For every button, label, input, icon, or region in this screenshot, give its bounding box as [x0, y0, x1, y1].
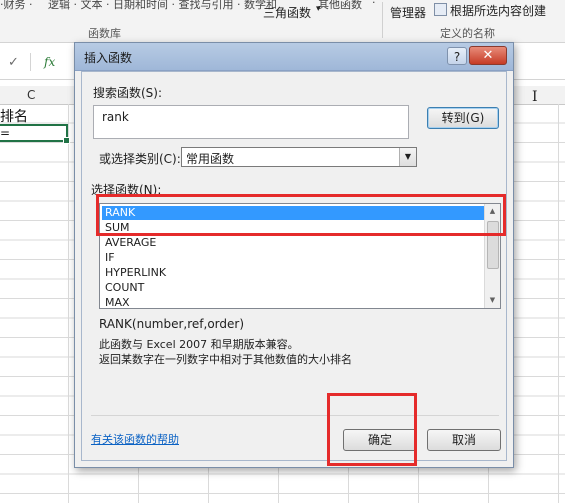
- group-defined-names: 定义的名称: [440, 27, 495, 40]
- ribbon-separator: [382, 2, 383, 38]
- list-item-max[interactable]: MAX: [104, 296, 483, 310]
- function-help-link[interactable]: 有关该函数的帮助: [91, 431, 179, 447]
- math-trig-dropdown-icon[interactable]: ▾: [316, 4, 321, 14]
- confirm-icon[interactable]: ✓: [8, 55, 19, 70]
- ribbon-fragment-4: ·: [372, 0, 376, 9]
- search-value: rank: [102, 110, 129, 124]
- close-icon[interactable]: ✕: [469, 46, 507, 65]
- math-trig-button[interactable]: 三角函数: [263, 4, 311, 21]
- help-icon[interactable]: ?: [447, 47, 467, 65]
- chevron-down-icon[interactable]: ▼: [399, 148, 416, 166]
- search-label: 搜索函数(S):: [93, 86, 163, 100]
- create-from-selection-button[interactable]: 根据所选内容创建: [434, 2, 546, 19]
- ribbon-fragment-2[interactable]: 逻辑 · 文本 · 日期和时间 · 查找与引用 · 数学和: [48, 0, 277, 12]
- name-manager-button[interactable]: 管理器: [390, 4, 426, 21]
- text-cursor-icon: I: [532, 89, 538, 105]
- dialog-titlebar[interactable]: 插入函数 ? ✕: [75, 43, 513, 71]
- function-description: 返回某数字在一列数字中相对于其他数值的大小排名: [99, 353, 352, 366]
- dialog-title: 插入函数: [84, 51, 133, 65]
- annotation-box-ok: [327, 393, 417, 466]
- goto-button[interactable]: 转到(G): [427, 107, 499, 129]
- ribbon-fragment-1[interactable]: ·财务 ·: [0, 0, 33, 12]
- list-item-if[interactable]: IF: [104, 251, 483, 265]
- create-from-selection-icon: [434, 3, 447, 16]
- insert-function-dialog: 插入函数 ? ✕ 搜索函数(S): rank 转到(G) 或选择类别(C): 常…: [74, 42, 514, 468]
- insert-function-icon[interactable]: fx: [44, 55, 55, 69]
- dialog-divider: [91, 415, 499, 416]
- category-value: 常用函数: [186, 152, 235, 166]
- ribbon: ·财务 · 逻辑 · 文本 · 日期和时间 · 查找与引用 · 数学和 其他函数…: [0, 0, 565, 43]
- category-label: 或选择类别(C):: [99, 152, 181, 166]
- column-header-c[interactable]: C: [27, 88, 35, 102]
- formula-bar-separator: [30, 53, 31, 71]
- create-from-selection-label: 根据所选内容创建: [450, 4, 547, 18]
- cell-c2-active[interactable]: =: [0, 124, 70, 144]
- cell-c1[interactable]: 排名: [0, 106, 28, 126]
- search-input[interactable]: rank: [93, 105, 409, 139]
- ribbon-fragment-3[interactable]: 其他函数: [318, 0, 362, 12]
- group-function-library: 函数库: [88, 27, 121, 40]
- cancel-button[interactable]: 取消: [427, 429, 501, 451]
- list-item-average[interactable]: AVERAGE: [104, 236, 483, 250]
- category-select[interactable]: 常用函数 ▼: [181, 147, 417, 167]
- annotation-box-functions: [96, 194, 506, 236]
- list-item-count[interactable]: COUNT: [104, 281, 483, 295]
- list-item-hyperlink[interactable]: HYPERLINK: [104, 266, 483, 280]
- function-compat-note: 此函数与 Excel 2007 和早期版本兼容。: [99, 338, 299, 351]
- function-signature: RANK(number,ref,order): [99, 317, 245, 331]
- scroll-down-icon[interactable]: ▼: [485, 293, 500, 308]
